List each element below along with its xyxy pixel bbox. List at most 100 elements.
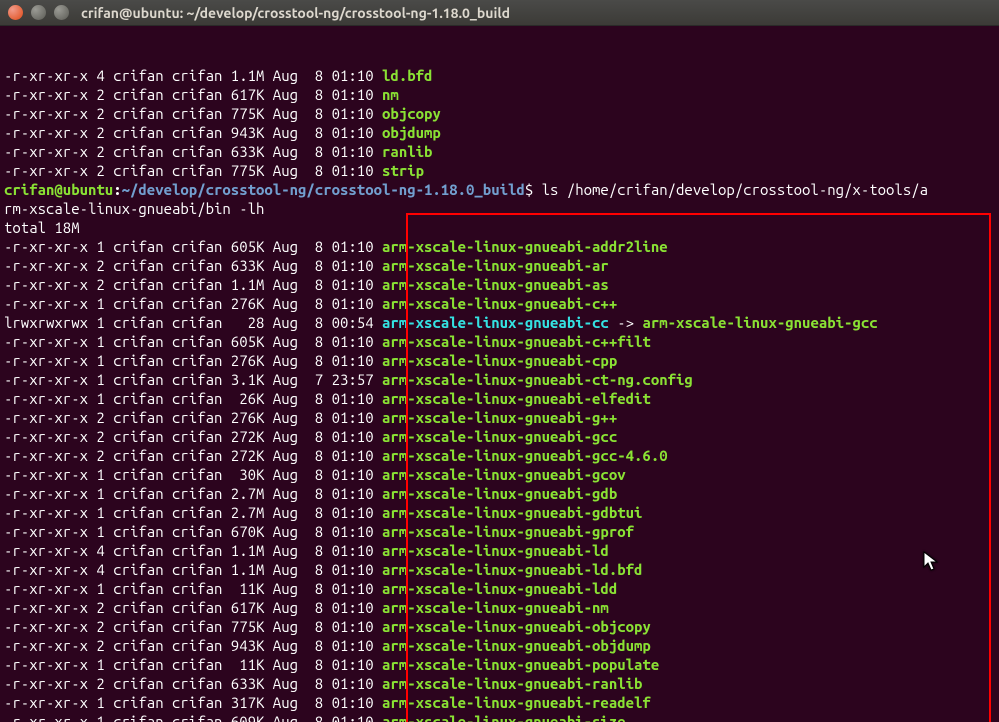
file-name: ranlib [382,143,432,160]
window-title: crifan@ubuntu: ~/develop/crosstool-ng/cr… [81,5,510,21]
terminal-line: -r-xr-xr-x 1 crifan crifan 609K Aug 8 01… [4,712,995,722]
terminal-area[interactable]: -r-xr-xr-x 4 crifan crifan 1.1M Aug 8 01… [0,26,999,722]
file-perm: -r-xr-xr-x 4 crifan crifan 1.1M Aug 8 01… [4,542,382,559]
file-name: arm-xscale-linux-gnueabi-ranlib [382,675,642,692]
terminal-line: -r-xr-xr-x 2 crifan crifan 943K Aug 8 01… [4,123,995,142]
file-perm: -r-xr-xr-x 1 crifan crifan 2.7M Aug 8 01… [4,504,382,521]
terminal-line: -r-xr-xr-x 1 crifan crifan 2.7M Aug 8 01… [4,484,995,503]
file-perm: -r-xr-xr-x 2 crifan crifan 943K Aug 8 01… [4,124,382,141]
file-name: arm-xscale-linux-gnueabi-ld [382,542,609,559]
terminal-line: -r-xr-xr-x 4 crifan crifan 1.1M Aug 8 01… [4,541,995,560]
file-perm: -r-xr-xr-x 1 crifan crifan 276K Aug 8 01… [4,352,382,369]
command-text: ls /home/crifan/develop/crosstool-ng/x-t… [542,181,928,198]
file-perm: -r-xr-xr-x 1 crifan crifan 670K Aug 8 01… [4,523,382,540]
terminal-line: -r-xr-xr-x 1 crifan crifan 605K Aug 8 01… [4,237,995,256]
file-name: arm-xscale-linux-gnueabi-nm [382,599,609,616]
symlink-name: arm-xscale-linux-gnueabi-cc [382,314,609,331]
file-perm: -r-xr-xr-x 2 crifan crifan 272K Aug 8 01… [4,447,382,464]
file-name: arm-xscale-linux-gnueabi-gdb [382,485,617,502]
terminal-line: -r-xr-xr-x 1 crifan crifan 670K Aug 8 01… [4,522,995,541]
file-perm: -r-xr-xr-x 1 crifan crifan 317K Aug 8 01… [4,694,382,711]
maximize-icon[interactable] [54,5,69,20]
terminal-line: -r-xr-xr-x 2 crifan crifan 775K Aug 8 01… [4,161,995,180]
file-name: arm-xscale-linux-gnueabi-ar [382,257,609,274]
terminal-line: -r-xr-xr-x 1 crifan crifan 3.1K Aug 7 23… [4,370,995,389]
file-perm: -r-xr-xr-x 2 crifan crifan 276K Aug 8 01… [4,409,382,426]
file-name: arm-xscale-linux-gnueabi-cpp [382,352,617,369]
file-perm: -r-xr-xr-x 4 crifan crifan 1.1M Aug 8 01… [4,561,382,578]
command-text-wrap: rm-xscale-linux-gnueabi/bin -lh [4,200,264,217]
file-perm: -r-xr-xr-x 1 crifan crifan 609K Aug 8 01… [4,713,382,722]
file-perm: -r-xr-xr-x 1 crifan crifan 276K Aug 8 01… [4,295,382,312]
terminal-line: lrwxrwxrwx 1 crifan crifan 28 Aug 8 00:5… [4,313,995,332]
file-perm: -r-xr-xr-x 1 crifan crifan 11K Aug 8 01:… [4,656,382,673]
file-name: ld.bfd [382,67,432,84]
file-perm: -r-xr-xr-x 1 crifan crifan 11K Aug 8 01:… [4,580,382,597]
terminal-line: -r-xr-xr-x 4 crifan crifan 1.1M Aug 8 01… [4,560,995,579]
terminal-window: crifan@ubuntu: ~/develop/crosstool-ng/cr… [0,0,999,722]
terminal-line: -r-xr-xr-x 2 crifan crifan 617K Aug 8 01… [4,598,995,617]
close-icon[interactable] [8,5,23,20]
file-name: arm-xscale-linux-gnueabi-gcc [382,428,617,445]
terminal-line: rm-xscale-linux-gnueabi/bin -lh [4,199,995,218]
file-name: arm-xscale-linux-gnueabi-readelf [382,694,651,711]
terminal-line: -r-xr-xr-x 1 crifan crifan 2.7M Aug 8 01… [4,503,995,522]
file-name: arm-xscale-linux-gnueabi-gprof [382,523,634,540]
file-name: arm-xscale-linux-gnueabi-populate [382,656,659,673]
terminal-line: -r-xr-xr-x 2 crifan crifan 1.1M Aug 8 01… [4,275,995,294]
file-perm: -r-xr-xr-x 1 crifan crifan 30K Aug 8 01:… [4,466,382,483]
file-perm: -r-xr-xr-x 2 crifan crifan 775K Aug 8 01… [4,162,382,179]
file-name: arm-xscale-linux-gnueabi-objcopy [382,618,651,635]
file-name: arm-xscale-linux-gnueabi-elfedit [382,390,651,407]
symlink-target: arm-xscale-linux-gnueabi-gcc [642,314,877,331]
file-name: arm-xscale-linux-gnueabi-ldd [382,580,617,597]
file-perm: -r-xr-xr-x 2 crifan crifan 272K Aug 8 01… [4,428,382,445]
file-name: arm-xscale-linux-gnueabi-addr2line [382,238,668,255]
terminal-line: -r-xr-xr-x 2 crifan crifan 943K Aug 8 01… [4,636,995,655]
terminal-line: -r-xr-xr-x 1 crifan crifan 605K Aug 8 01… [4,332,995,351]
terminal-line: -r-xr-xr-x 1 crifan crifan 11K Aug 8 01:… [4,579,995,598]
file-name: arm-xscale-linux-gnueabi-ct-ng.config [382,371,693,388]
file-perm: -r-xr-xr-x 1 crifan crifan 605K Aug 8 01… [4,238,382,255]
terminal-line: -r-xr-xr-x 2 crifan crifan 272K Aug 8 01… [4,446,995,465]
prompt-colon: : [113,181,121,198]
file-name: nm [382,86,399,103]
file-perm: -r-xr-xr-x 2 crifan crifan 633K Aug 8 01… [4,675,382,692]
file-name: arm-xscale-linux-gnueabi-g++ [382,409,617,426]
prompt-path: ~/develop/crosstool-ng/crosstool-ng-1.18… [122,181,525,198]
file-perm: -r-xr-xr-x 2 crifan crifan 775K Aug 8 01… [4,618,382,635]
file-name: arm-xscale-linux-gnueabi-gcov [382,466,626,483]
terminal-line: -r-xr-xr-x 1 crifan crifan 26K Aug 8 01:… [4,389,995,408]
terminal-line: -r-xr-xr-x 2 crifan crifan 276K Aug 8 01… [4,408,995,427]
file-perm: -r-xr-xr-x 2 crifan crifan 775K Aug 8 01… [4,105,382,122]
file-name: arm-xscale-linux-gnueabi-c++filt [382,333,651,350]
terminal-line: total 18M [4,218,995,237]
file-perm: -r-xr-xr-x 1 crifan crifan 3.1K Aug 7 23… [4,371,382,388]
terminal-line: -r-xr-xr-x 1 crifan crifan 276K Aug 8 01… [4,351,995,370]
file-perm: lrwxrwxrwx 1 crifan crifan 28 Aug 8 00:5… [4,314,382,331]
file-perm: -r-xr-xr-x 2 crifan crifan 943K Aug 8 01… [4,637,382,654]
file-perm: -r-xr-xr-x 2 crifan crifan 617K Aug 8 01… [4,86,382,103]
file-perm: -r-xr-xr-x 2 crifan crifan 617K Aug 8 01… [4,599,382,616]
file-name: objdump [382,124,441,141]
terminal-line: -r-xr-xr-x 1 crifan crifan 276K Aug 8 01… [4,294,995,313]
terminal-line: crifan@ubuntu:~/develop/crosstool-ng/cro… [4,180,995,199]
file-name: arm-xscale-linux-gnueabi-c++ [382,295,617,312]
file-name: arm-xscale-linux-gnueabi-ld.bfd [382,561,642,578]
terminal-line: -r-xr-xr-x 4 crifan crifan 1.1M Aug 8 01… [4,66,995,85]
prompt-userhost: crifan@ubuntu [4,181,113,198]
prompt-end: $ [525,181,542,198]
file-perm: -r-xr-xr-x 1 crifan crifan 2.7M Aug 8 01… [4,485,382,502]
terminal-line: -r-xr-xr-x 1 crifan crifan 11K Aug 8 01:… [4,655,995,674]
minimize-icon[interactable] [31,5,46,20]
symlink-arrow: -> [609,314,643,331]
file-name: arm-xscale-linux-gnueabi-size [382,713,626,722]
terminal-line: -r-xr-xr-x 1 crifan crifan 317K Aug 8 01… [4,693,995,712]
terminal-line: -r-xr-xr-x 2 crifan crifan 633K Aug 8 01… [4,674,995,693]
file-name: arm-xscale-linux-gnueabi-as [382,276,609,293]
terminal-line: -r-xr-xr-x 2 crifan crifan 617K Aug 8 01… [4,85,995,104]
file-perm: -r-xr-xr-x 2 crifan crifan 633K Aug 8 01… [4,143,382,160]
file-name: arm-xscale-linux-gnueabi-objdump [382,637,651,654]
file-name: arm-xscale-linux-gnueabi-gdbtui [382,504,642,521]
titlebar[interactable]: crifan@ubuntu: ~/develop/crosstool-ng/cr… [0,0,999,26]
